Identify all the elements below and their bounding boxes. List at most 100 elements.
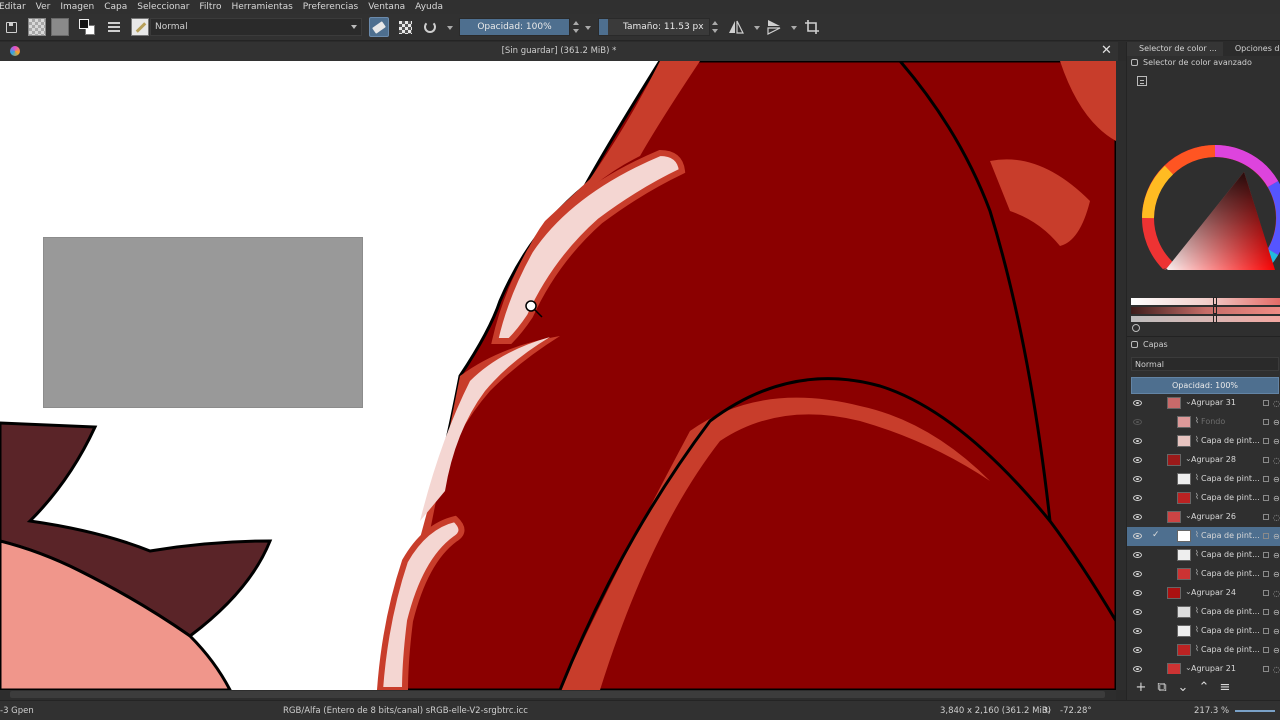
- chevron-down-icon[interactable]: [585, 26, 591, 30]
- menu-capa[interactable]: Capa: [99, 2, 132, 12]
- alpha-lock-icon[interactable]: ⊖: [1273, 437, 1280, 446]
- layer-lock-icon[interactable]: [1263, 647, 1269, 653]
- lock-icon[interactable]: [1131, 341, 1138, 348]
- crop-icon[interactable]: [802, 17, 822, 37]
- reload-preset-icon[interactable]: [420, 17, 440, 37]
- visibility-eye-icon[interactable]: [1133, 590, 1142, 596]
- color-wheel[interactable]: [1131, 98, 1280, 270]
- layer-lock-icon[interactable]: [1263, 571, 1269, 577]
- alpha-lock-icon[interactable]: ◌: [1273, 513, 1280, 522]
- layer-lock-icon[interactable]: [1263, 533, 1269, 539]
- alpha-lock-icon[interactable]: ◌: [1273, 399, 1280, 408]
- layer-row[interactable]: ⌇ Capa de pint... ⊖: [1127, 622, 1280, 641]
- layer-opacity-slider[interactable]: Opacidad: 100%: [1131, 377, 1279, 394]
- layer-lock-icon[interactable]: [1263, 514, 1269, 520]
- add-layer-icon[interactable]: +: [1133, 681, 1149, 695]
- pattern-icon[interactable]: [27, 17, 47, 37]
- mirror-vertical-icon[interactable]: [764, 17, 784, 37]
- docker-menu-icon[interactable]: [1137, 76, 1147, 86]
- status-zoom[interactable]: 217.3 %: [1194, 706, 1229, 716]
- menu-herramientas[interactable]: Herramientas: [226, 2, 297, 12]
- alpha-lock-icon[interactable]: ⊖: [1273, 418, 1280, 427]
- move-layer-up-icon[interactable]: ⌃: [1196, 681, 1212, 695]
- visibility-eye-icon[interactable]: [1133, 514, 1142, 520]
- visibility-eye-icon[interactable]: [1133, 476, 1142, 482]
- layer-row[interactable]: ✓ ⌇ Capa de pint... ⊖: [1127, 527, 1280, 546]
- alpha-lock-icon[interactable]: ⊖: [1273, 475, 1280, 484]
- alpha-lock-icon[interactable]: ⊖: [1273, 570, 1280, 579]
- alpha-lock-icon[interactable]: ⊖: [1273, 646, 1280, 655]
- visibility-eye-icon[interactable]: [1133, 647, 1142, 653]
- save-icon[interactable]: [3, 17, 19, 37]
- tab-color-selector[interactable]: Selector de color ...: [1127, 42, 1223, 56]
- visibility-eye-icon[interactable]: [1133, 457, 1142, 463]
- chevron-down-icon[interactable]: [447, 26, 453, 30]
- preserve-alpha-icon[interactable]: [395, 17, 415, 37]
- menu-ver[interactable]: Ver: [31, 2, 56, 12]
- eraser-mode-icon[interactable]: [369, 17, 389, 37]
- layer-lock-icon[interactable]: [1263, 476, 1269, 482]
- visibility-eye-icon[interactable]: [1133, 609, 1142, 615]
- alpha-lock-icon[interactable]: ⊖: [1273, 608, 1280, 617]
- menu-imagen[interactable]: Imagen: [55, 2, 99, 12]
- document-tab[interactable]: [Sin guardar] (361.2 MiB) * ✕: [0, 42, 1118, 61]
- layer-lock-icon[interactable]: [1263, 495, 1269, 501]
- visibility-eye-icon[interactable]: [1133, 419, 1142, 425]
- visibility-eye-icon[interactable]: [1133, 666, 1142, 672]
- layer-group-row[interactable]: ⌄ Agrupar 21 ◌: [1127, 660, 1280, 674]
- close-icon[interactable]: ✕: [1100, 44, 1113, 57]
- blend-mode-select[interactable]: Normal: [150, 18, 362, 36]
- visibility-eye-icon[interactable]: [1133, 628, 1142, 634]
- menu-filtro[interactable]: Filtro: [194, 2, 226, 12]
- alpha-lock-icon[interactable]: ⊖: [1273, 532, 1280, 541]
- menu-seleccionar[interactable]: Seleccionar: [132, 2, 194, 12]
- alpha-lock-icon[interactable]: ⊖: [1273, 627, 1280, 636]
- zoom-slider[interactable]: [1235, 710, 1275, 712]
- layer-lock-icon[interactable]: [1263, 609, 1269, 615]
- horizontal-scrollbar[interactable]: [0, 690, 1116, 700]
- scrollbar-thumb[interactable]: [10, 691, 1105, 698]
- layer-row[interactable]: ⌇ Capa de pint... ⊖: [1127, 470, 1280, 489]
- layer-lock-icon[interactable]: [1263, 419, 1269, 425]
- brush-preset-icon[interactable]: [130, 17, 150, 37]
- layers-list[interactable]: ⌄ Agrupar 31 ◌ ⌇ Fondo ⊖ ⌇ Capa de pint... ⊖ ⌄ Agr…: [1127, 394, 1280, 674]
- lock-icon[interactable]: [1131, 59, 1138, 66]
- alpha-lock-icon[interactable]: ◌: [1273, 589, 1280, 598]
- menu-ayuda[interactable]: Ayuda: [410, 2, 448, 12]
- fg-bg-colors-icon[interactable]: [77, 17, 97, 37]
- reset-icon[interactable]: [1132, 324, 1140, 332]
- menu-editar[interactable]: Editar: [0, 2, 31, 12]
- chevron-down-icon[interactable]: [754, 26, 760, 30]
- layer-group-row[interactable]: ⌄ Agrupar 28 ◌: [1127, 451, 1280, 470]
- chevron-down-icon[interactable]: [791, 26, 797, 30]
- opacity-slider[interactable]: Opacidad: 100%: [459, 18, 570, 36]
- visibility-eye-icon[interactable]: [1133, 400, 1142, 406]
- gradient-icon[interactable]: [50, 17, 70, 37]
- alpha-lock-icon[interactable]: ⊖: [1273, 551, 1280, 560]
- alpha-lock-icon[interactable]: ⊖: [1273, 494, 1280, 503]
- duplicate-layer-icon[interactable]: ⧉: [1154, 681, 1170, 695]
- status-rotation[interactable]: -72.28°: [1060, 706, 1092, 716]
- visibility-eye-icon[interactable]: [1133, 552, 1142, 558]
- visibility-eye-icon[interactable]: [1133, 571, 1142, 577]
- layer-row[interactable]: ⌇ Capa de pint... ⊖: [1127, 641, 1280, 660]
- layer-group-row[interactable]: ⌄ Agrupar 24 ◌: [1127, 584, 1280, 603]
- move-layer-down-icon[interactable]: ⌄: [1175, 681, 1191, 695]
- tab-tool-options[interactable]: Opciones de la: [1223, 42, 1280, 56]
- layer-lock-icon[interactable]: [1263, 590, 1269, 596]
- menu-ventana[interactable]: Ventana: [363, 2, 410, 12]
- visibility-eye-icon[interactable]: [1133, 495, 1142, 501]
- layer-row[interactable]: ⌇ Fondo ⊖: [1127, 413, 1280, 432]
- layer-properties-icon[interactable]: ≡: [1217, 681, 1233, 695]
- visibility-eye-icon[interactable]: [1133, 438, 1142, 444]
- vertical-scrollbar[interactable]: [1116, 61, 1126, 690]
- layer-lock-icon[interactable]: [1263, 628, 1269, 634]
- layer-lock-icon[interactable]: [1263, 666, 1269, 672]
- color-sliders[interactable]: [1131, 297, 1280, 323]
- opacity-spinner[interactable]: [571, 18, 580, 36]
- visibility-eye-icon[interactable]: [1133, 533, 1142, 539]
- layer-row[interactable]: ⌇ Capa de pint... ⊖: [1127, 603, 1280, 622]
- layer-lock-icon[interactable]: [1263, 457, 1269, 463]
- drawing-canvas[interactable]: [0, 61, 1116, 690]
- layer-lock-icon[interactable]: [1263, 438, 1269, 444]
